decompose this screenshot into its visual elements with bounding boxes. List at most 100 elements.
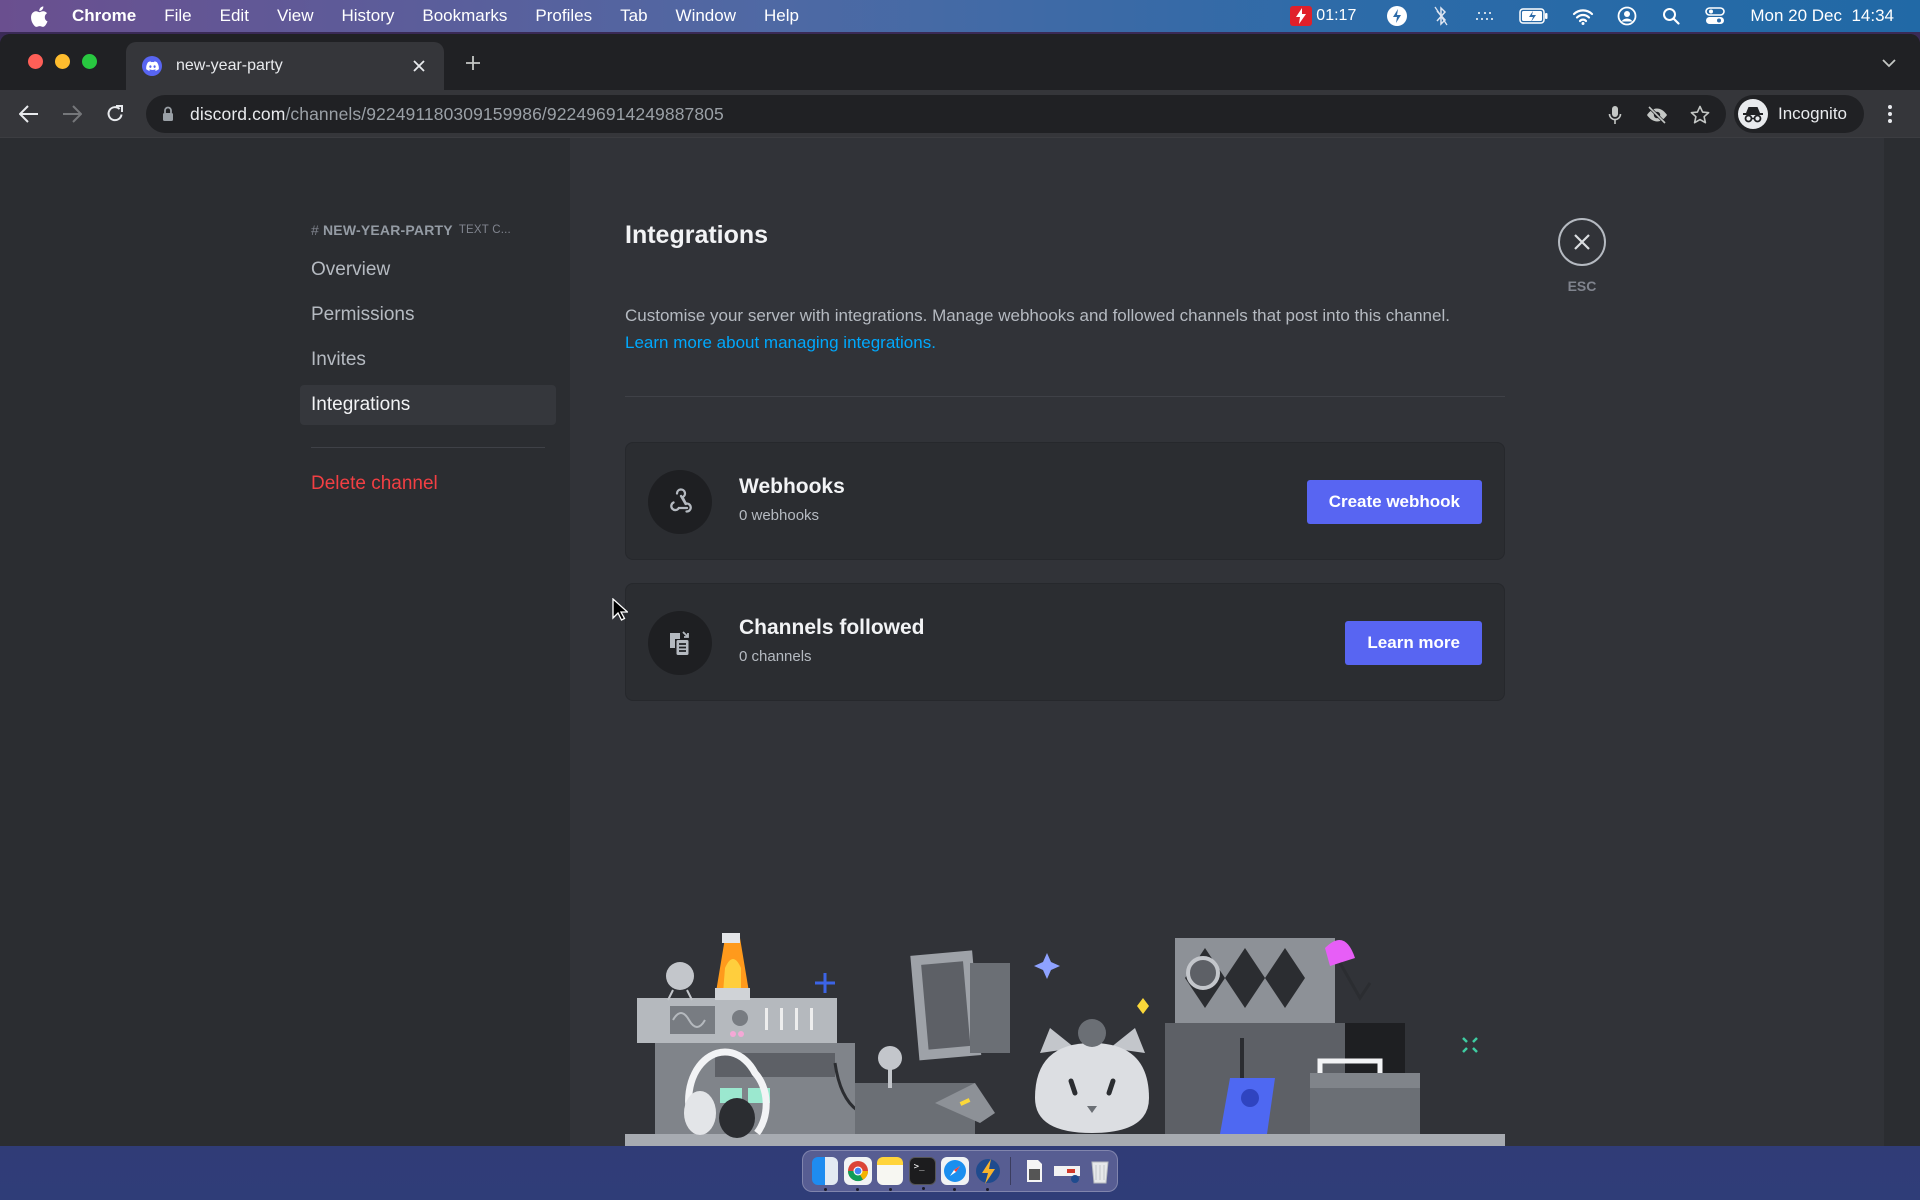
window-zoom-button[interactable] bbox=[82, 54, 97, 69]
close-settings[interactable]: ESC bbox=[1558, 218, 1606, 294]
incognito-profile-button[interactable]: Incognito bbox=[1734, 95, 1864, 133]
learn-more-button[interactable]: Learn more bbox=[1345, 621, 1482, 665]
dock-archive-icon[interactable] bbox=[1020, 1157, 1048, 1185]
sidebar-item-overview[interactable]: Overview bbox=[300, 250, 556, 290]
menu-file[interactable]: File bbox=[164, 6, 191, 26]
tab-search-chevron-icon[interactable] bbox=[1878, 52, 1900, 74]
channels-followed-card: Channels followed 0 channels Learn more bbox=[625, 583, 1505, 701]
menu-window[interactable]: Window bbox=[676, 6, 736, 26]
browser-menu-kebab-icon[interactable] bbox=[1878, 102, 1902, 126]
sidebar-item-invites[interactable]: Invites bbox=[300, 340, 556, 380]
dock-reeder-icon[interactable] bbox=[974, 1157, 1002, 1191]
battery-charging-icon[interactable] bbox=[1518, 5, 1550, 27]
browser-tab-active[interactable]: new-year-party bbox=[126, 42, 444, 90]
dock-preview-window-icon[interactable] bbox=[1053, 1157, 1081, 1185]
lava-lamp bbox=[715, 933, 750, 1000]
microphone-icon[interactable] bbox=[1604, 104, 1626, 126]
user-account-icon[interactable] bbox=[1616, 5, 1638, 27]
screen-recording-indicator[interactable]: 01:17 bbox=[1290, 6, 1356, 26]
robot-cat bbox=[1035, 1019, 1149, 1133]
webhooks-title: Webhooks bbox=[739, 475, 845, 498]
settings-sidebar-region: # NEW-YEAR-PARTY TEXT C... Overview Perm… bbox=[0, 138, 570, 1146]
description-text: Customise your server with integrations.… bbox=[625, 306, 1450, 325]
dots-icon[interactable] bbox=[1474, 5, 1496, 27]
learn-more-integrations-link[interactable]: Learn more about managing integrations. bbox=[625, 329, 1505, 356]
delete-channel-button[interactable]: Delete channel bbox=[300, 464, 556, 504]
url-text[interactable]: discord.com/channels/922491180309159986/… bbox=[190, 104, 724, 125]
running-indicator bbox=[952, 1188, 956, 1191]
macos-dock: >_ bbox=[802, 1150, 1118, 1192]
channel-follow-icon bbox=[648, 611, 712, 675]
sparkle-star bbox=[1034, 953, 1060, 979]
dock-chrome-icon[interactable] bbox=[843, 1157, 872, 1191]
sidebar-item-integrations[interactable]: Integrations bbox=[300, 385, 556, 425]
webhook-icon bbox=[648, 470, 712, 534]
menu-history[interactable]: History bbox=[341, 6, 394, 26]
sidebar-divider bbox=[311, 447, 545, 448]
sidebar-item-label: Invites bbox=[311, 349, 366, 370]
webhooks-card-text: Webhooks 0 webhooks bbox=[739, 475, 845, 524]
incognito-icon bbox=[1738, 99, 1768, 129]
back-arrow-icon[interactable] bbox=[17, 102, 41, 126]
menu-tab[interactable]: Tab bbox=[620, 6, 647, 26]
control-center-icon[interactable] bbox=[1704, 5, 1726, 27]
menu-view[interactable]: View bbox=[277, 6, 314, 26]
integrations-illustration bbox=[625, 933, 1505, 1146]
section-divider bbox=[625, 396, 1505, 397]
close-settings-button[interactable] bbox=[1558, 218, 1606, 266]
lock-icon[interactable] bbox=[160, 105, 176, 123]
menu-edit[interactable]: Edit bbox=[220, 6, 249, 26]
wifi-icon[interactable] bbox=[1572, 5, 1594, 27]
menubar-datetime[interactable]: Mon 20 Dec 14:34 bbox=[1750, 6, 1894, 26]
discord-favicon-icon bbox=[142, 56, 162, 76]
dock-finder-icon[interactable] bbox=[811, 1157, 839, 1191]
sidebar-item-permissions[interactable]: Permissions bbox=[300, 295, 556, 335]
delete-channel-label: Delete channel bbox=[311, 473, 438, 494]
window-close-button[interactable] bbox=[28, 54, 43, 69]
dock-safari-icon[interactable] bbox=[940, 1157, 969, 1191]
shelf bbox=[625, 1134, 1505, 1146]
page-title: Integrations bbox=[625, 221, 769, 249]
running-indicator bbox=[921, 1187, 925, 1190]
integrations-description: Customise your server with integrations.… bbox=[625, 302, 1505, 356]
new-tab-icon[interactable] bbox=[462, 52, 484, 74]
forward-arrow-icon[interactable] bbox=[60, 102, 84, 126]
dock-trash-icon[interactable] bbox=[1086, 1157, 1114, 1185]
browser-toolbar: discord.com/channels/922491180309159986/… bbox=[0, 90, 1920, 138]
menu-profiles[interactable]: Profiles bbox=[535, 6, 592, 26]
window-minimize-button[interactable] bbox=[55, 54, 70, 69]
sparkle-yellow bbox=[1137, 998, 1149, 1014]
sidebar-channel-type: TEXT C... bbox=[458, 224, 511, 236]
tracking-protection-eye-off-icon[interactable] bbox=[1646, 104, 1668, 126]
running-indicator bbox=[823, 1188, 827, 1191]
bluetooth-off-icon[interactable] bbox=[1430, 5, 1452, 27]
bookmark-star-icon[interactable] bbox=[1689, 104, 1711, 126]
sidebar-channel-header: # NEW-YEAR-PARTY TEXT C... bbox=[300, 218, 556, 242]
reload-icon[interactable] bbox=[103, 102, 127, 126]
channels-followed-card-text: Channels followed 0 channels bbox=[739, 616, 925, 665]
sidebar-item-label: Integrations bbox=[311, 394, 411, 415]
address-bar[interactable]: discord.com/channels/922491180309159986/… bbox=[146, 95, 1726, 133]
sidebar-item-label: Overview bbox=[311, 259, 391, 280]
bolt-app-icon[interactable] bbox=[1386, 5, 1408, 27]
screen-recording-icon bbox=[1290, 6, 1313, 26]
profile-label: Incognito bbox=[1778, 104, 1847, 123]
menu-bookmarks[interactable]: Bookmarks bbox=[422, 6, 507, 26]
apple-menu-icon[interactable] bbox=[28, 5, 50, 27]
tab-close-icon[interactable] bbox=[408, 55, 430, 77]
menu-app-name[interactable]: Chrome bbox=[72, 6, 136, 26]
page-scroll-gutter bbox=[1884, 138, 1920, 1146]
mouse-cursor-icon bbox=[612, 597, 630, 627]
menu-help[interactable]: Help bbox=[764, 6, 799, 26]
webhooks-count: 0 webhooks bbox=[739, 507, 820, 524]
spotlight-search-icon[interactable] bbox=[1660, 5, 1682, 27]
macos-menu-bar: Chrome File Edit View History Bookmarks … bbox=[0, 0, 1920, 32]
integrations-panel: Integrations Customise your server with … bbox=[625, 218, 1505, 701]
running-indicator bbox=[855, 1188, 859, 1191]
dock-notes-icon[interactable] bbox=[876, 1157, 904, 1191]
tab-title: new-year-party bbox=[176, 57, 283, 74]
create-webhook-button[interactable]: Create webhook bbox=[1306, 480, 1482, 524]
dock-terminal-icon[interactable]: >_ bbox=[908, 1157, 936, 1190]
channels-followed-title: Channels followed bbox=[739, 616, 925, 639]
close-icon bbox=[1574, 234, 1590, 250]
